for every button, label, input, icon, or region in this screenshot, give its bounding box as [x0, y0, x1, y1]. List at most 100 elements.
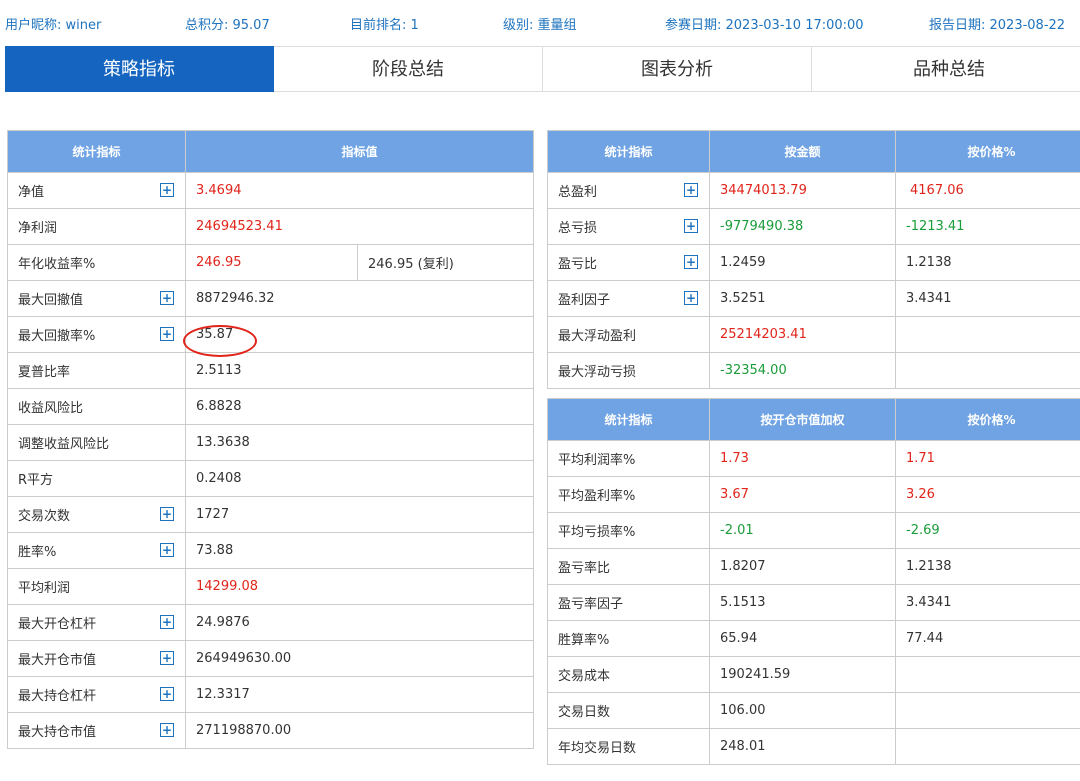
row-price-pct	[895, 352, 1080, 389]
col-header-amount: 按金额	[709, 130, 896, 173]
row-weighted: 1.73	[709, 440, 896, 477]
table-row: 交易次数 + 1727	[7, 496, 535, 533]
row-label: 净利润	[18, 221, 58, 236]
row-label: 最大浮动盈利	[558, 329, 637, 344]
tab-product-summary[interactable]: 品种总结	[812, 46, 1080, 92]
row-label: 最大持仓杠杆	[18, 689, 97, 704]
row-label: 调整收益风险比	[18, 437, 110, 452]
expand-plus-icon[interactable]: +	[160, 687, 174, 701]
table-row: 盈亏率比 1.8207 1.2138	[547, 548, 1080, 585]
row-label: 交易日数	[558, 705, 611, 720]
tab-stage-summary[interactable]: 阶段总结	[274, 46, 543, 92]
col-header-weighted: 按开仓市值加权	[709, 398, 896, 441]
col-header-value: 指标值	[184, 130, 535, 173]
row-weighted: 1.8207	[709, 548, 896, 585]
expand-plus-icon[interactable]: +	[684, 219, 698, 233]
row-label: 平均利润率%	[558, 453, 636, 468]
row-extra-value: 246.95 (复利)	[356, 244, 535, 281]
row-label: 净值	[18, 185, 45, 200]
row-label: R平方	[18, 473, 54, 488]
row-amount: -32354.00	[709, 352, 896, 389]
table-row: 总亏损 + -9779490.38 -1213.41	[547, 208, 1080, 245]
expand-plus-icon[interactable]: +	[160, 507, 174, 521]
expand-plus-icon[interactable]: +	[160, 327, 174, 341]
row-price-pct	[895, 728, 1080, 765]
row-weighted: 190241.59	[709, 656, 896, 693]
row-label: 盈亏比	[558, 257, 598, 272]
row-label: 平均亏损率%	[558, 525, 636, 540]
row-label: 胜算率%	[558, 633, 610, 648]
expand-plus-icon[interactable]: +	[160, 183, 174, 197]
row-price-pct	[895, 316, 1080, 353]
row-value: 24694523.41	[184, 208, 535, 245]
expand-plus-icon[interactable]: +	[160, 723, 174, 737]
row-price-pct: 4167.06	[895, 172, 1080, 209]
row-value: 8872946.32	[184, 280, 535, 317]
tab-chart-analysis[interactable]: 图表分析	[543, 46, 812, 92]
expand-plus-icon[interactable]: +	[160, 615, 174, 629]
row-label: 胜率%	[18, 545, 57, 560]
table-row: 年均交易日数 248.01	[547, 728, 1080, 765]
score-label: 总积分: 95.07	[185, 18, 270, 33]
expand-plus-icon[interactable]: +	[160, 291, 174, 305]
table-row: 盈利因子 + 3.5251 3.4341	[547, 280, 1080, 317]
expand-plus-icon[interactable]: +	[684, 183, 698, 197]
row-label: 夏普比率	[18, 365, 71, 380]
table-row: 净值 + 3.4694	[7, 172, 535, 209]
row-label: 最大开仓杠杆	[18, 617, 97, 632]
expand-plus-icon[interactable]: +	[684, 291, 698, 305]
table-row: 平均利润 14299.08	[7, 568, 535, 605]
row-label: 交易成本	[558, 669, 611, 684]
row-price-pct	[895, 692, 1080, 729]
row-weighted: 5.1513	[709, 584, 896, 621]
row-value: 2.5113	[184, 352, 535, 389]
row-label: 最大持仓市值	[18, 725, 97, 740]
nickname-label: 用户昵称: winer	[5, 18, 102, 33]
row-price-pct: 3.4341	[895, 280, 1080, 317]
table-row: 调整收益风险比 13.3638	[7, 424, 535, 461]
table-row: R平方 0.2408	[7, 460, 535, 497]
table-row: 净利润 24694523.41	[7, 208, 535, 245]
table-row: 年化收益率% 246.95 246.95 (复利)	[7, 244, 535, 281]
tab-strategy-metrics[interactable]: 策略指标	[5, 46, 274, 92]
row-label: 总盈利	[558, 185, 598, 200]
report-info-bar: 用户昵称: winer 总积分: 95.07 目前排名: 1 级别: 重量组 参…	[0, 0, 1080, 46]
row-price-pct: -2.69	[895, 512, 1080, 549]
table-row: 平均利润率% 1.73 1.71	[547, 440, 1080, 477]
row-price-pct: -1213.41	[895, 208, 1080, 245]
row-label: 盈亏率因子	[558, 597, 624, 612]
table-row: 交易日数 106.00	[547, 692, 1080, 729]
row-label: 交易次数	[18, 509, 71, 524]
col-header-metric: 统计指标	[7, 130, 186, 173]
row-price-pct: 1.2138	[895, 244, 1080, 281]
table-row: 交易成本 190241.59	[547, 656, 1080, 693]
level-label: 级别: 重量组	[503, 18, 577, 33]
row-label: 平均盈利率%	[558, 489, 636, 504]
rank-label: 目前排名: 1	[350, 18, 419, 33]
row-amount: 1.2459	[709, 244, 896, 281]
row-label: 最大回撤率%	[18, 329, 96, 344]
row-weighted: -2.01	[709, 512, 896, 549]
expand-plus-icon[interactable]: +	[684, 255, 698, 269]
expand-plus-icon[interactable]: +	[160, 543, 174, 557]
table-row: 最大浮动盈利 25214203.41	[547, 316, 1080, 353]
row-weighted: 106.00	[709, 692, 896, 729]
row-value: 14299.08	[184, 568, 535, 605]
row-label: 总亏损	[558, 221, 598, 236]
row-weighted: 65.94	[709, 620, 896, 657]
table-row: 最大回撤率% + 35.87	[7, 316, 535, 353]
col-header-price-pct: 按价格%	[895, 130, 1080, 173]
table-row: 胜率% + 73.88	[7, 532, 535, 569]
expand-plus-icon[interactable]: +	[160, 651, 174, 665]
table-row: 最大开仓杠杆 + 24.9876	[7, 604, 535, 641]
row-value: 3.4694	[184, 172, 535, 209]
row-amount: 25214203.41	[709, 316, 896, 353]
row-value: 264949630.00	[184, 640, 535, 677]
row-value: 0.2408	[184, 460, 535, 497]
row-value: 246.95	[185, 244, 358, 281]
row-label: 最大浮动亏损	[558, 365, 637, 380]
col-header-price-pct: 按价格%	[895, 398, 1080, 441]
col-header-metric: 统计指标	[547, 398, 710, 441]
row-price-pct: 3.26	[895, 476, 1080, 513]
row-price-pct: 3.4341	[895, 584, 1080, 621]
